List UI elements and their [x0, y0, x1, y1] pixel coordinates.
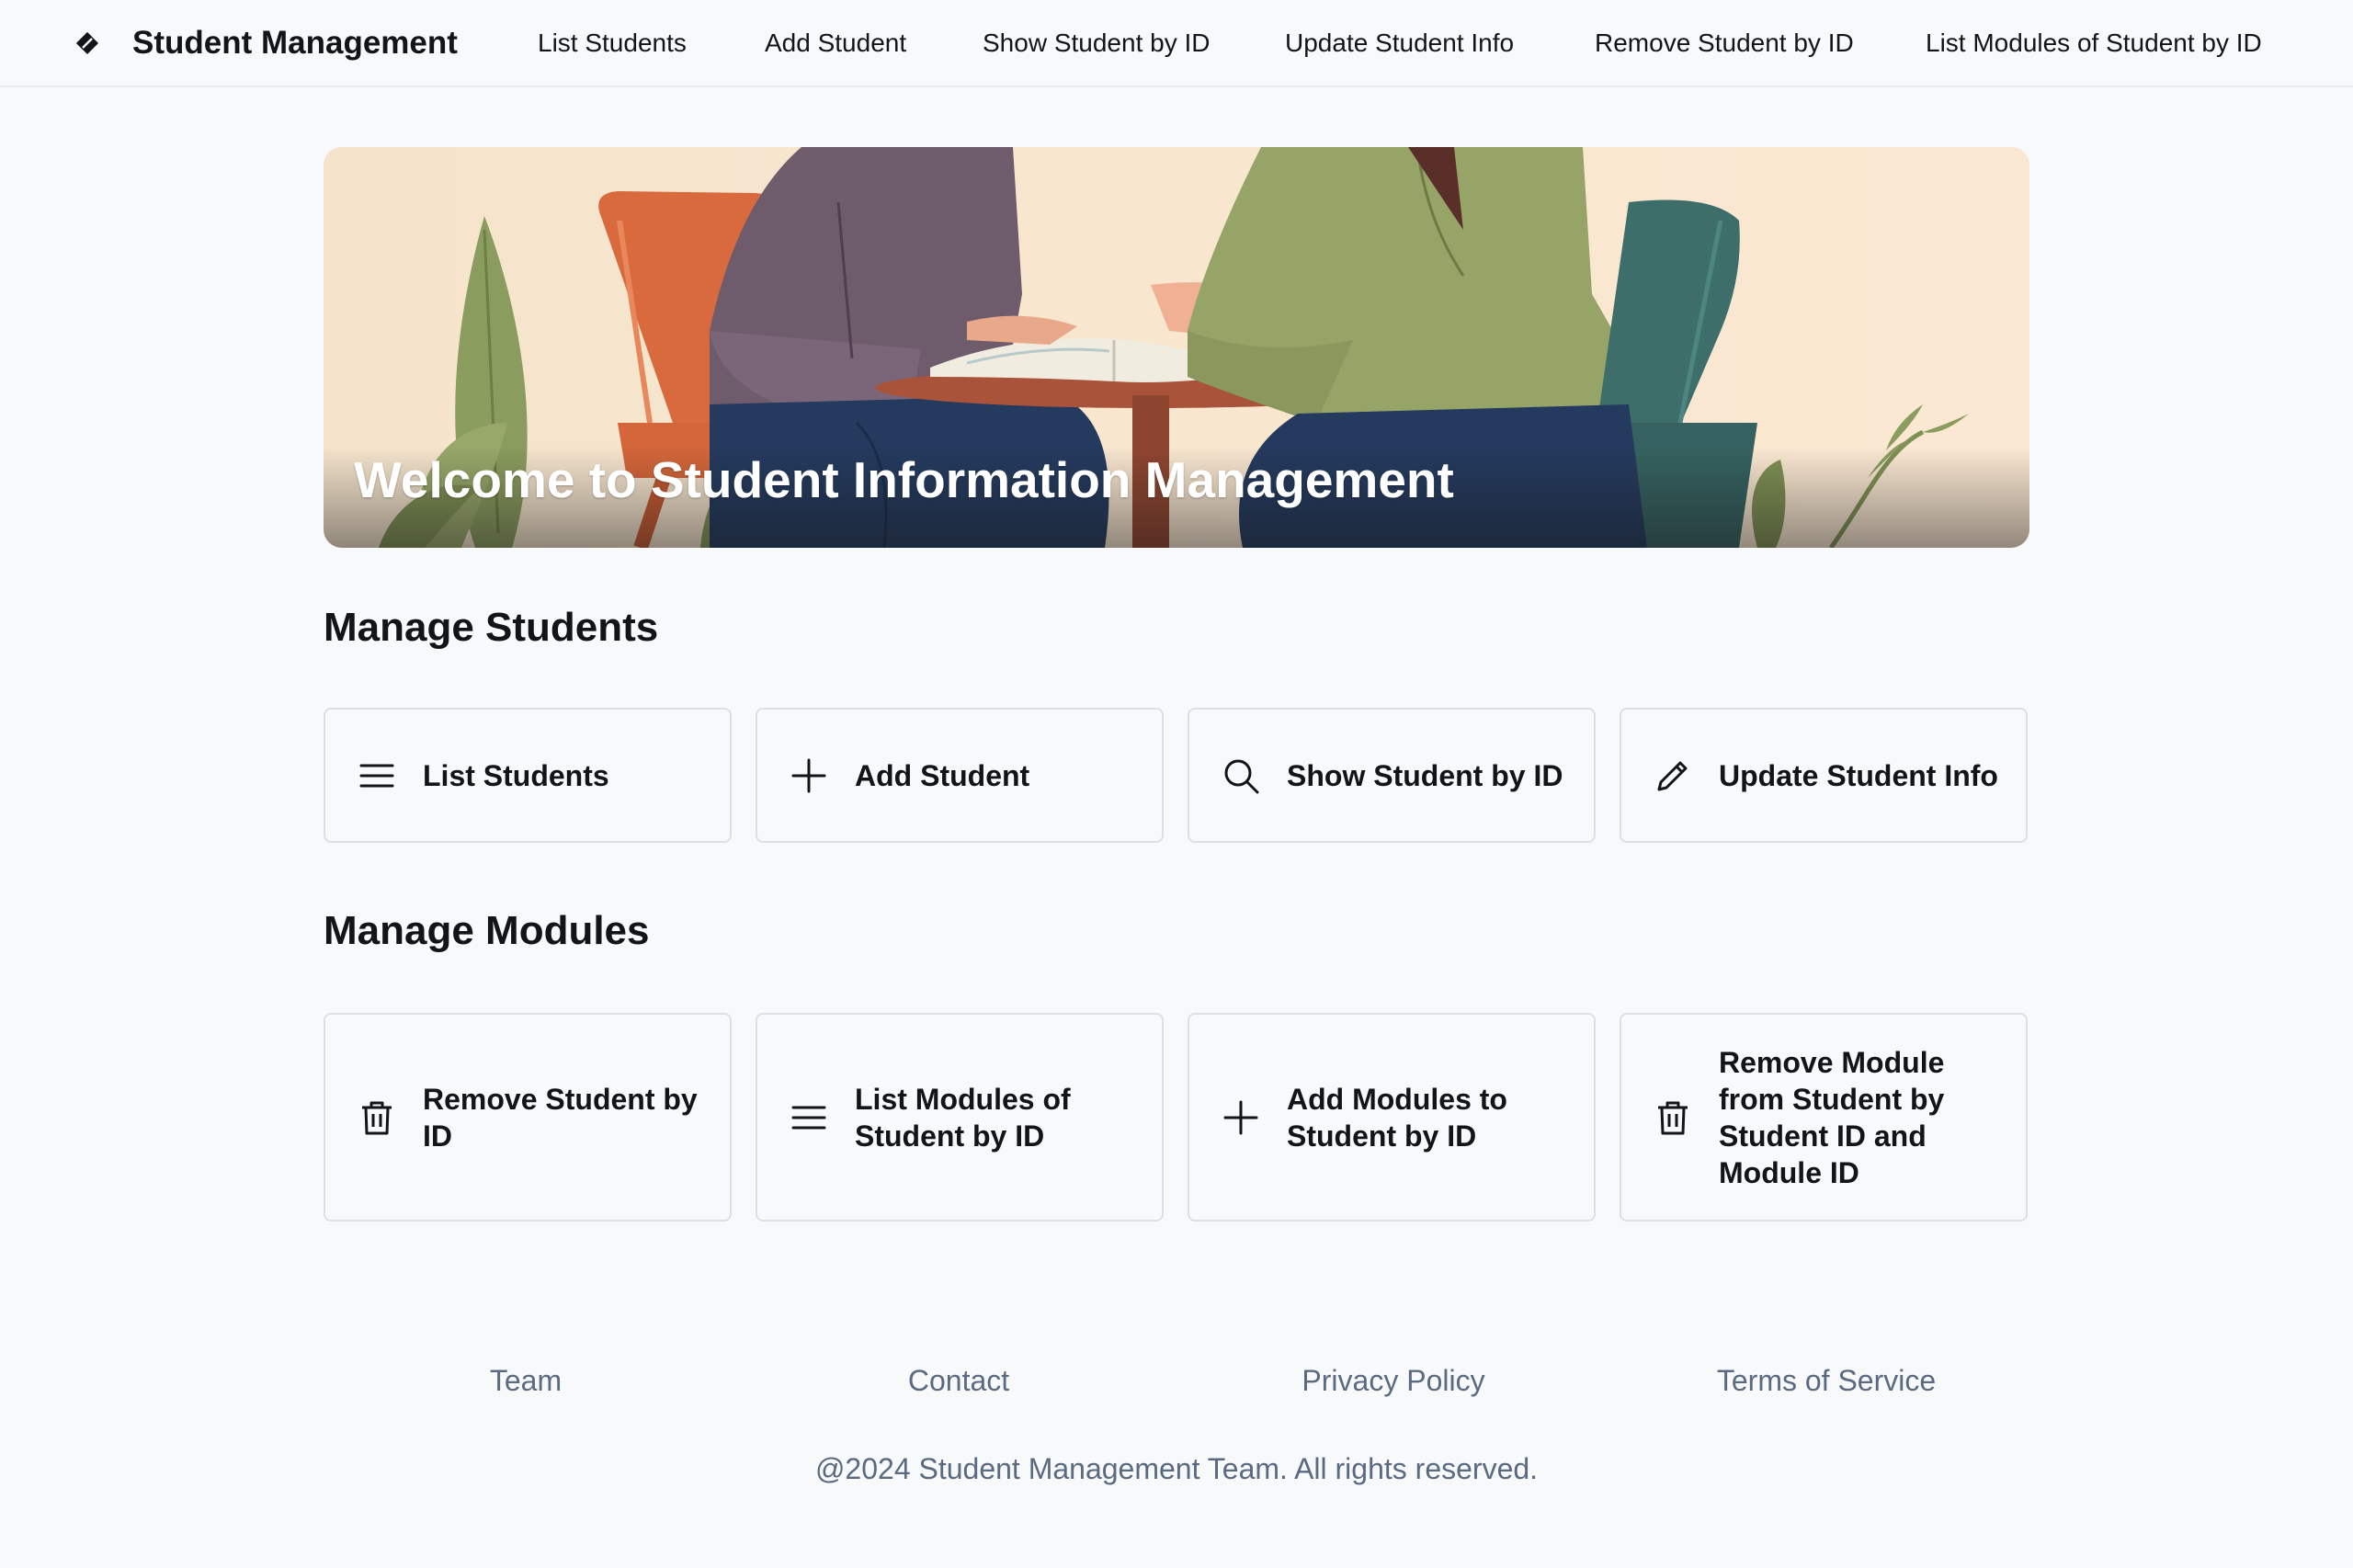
trash-icon	[358, 1099, 395, 1136]
hero-title: Welcome to Student Information Managemen…	[354, 451, 1454, 508]
card-label: List Students	[423, 758, 609, 792]
list-icon	[358, 757, 395, 794]
section-title-modules: Manage Modules	[324, 908, 650, 953]
card-show-student-by-id[interactable]: Show Student by ID	[1188, 708, 1596, 843]
card-label: Remove Module from Student by Student ID…	[1719, 1045, 1945, 1189]
card-label: List Modules of Student by ID	[855, 1082, 1071, 1153]
card-remove-student-by-id[interactable]: Remove Student by ID	[324, 1013, 732, 1221]
nav-remove-student-by-id[interactable]: Remove Student by ID	[1595, 0, 1854, 85]
plus-icon	[790, 757, 827, 794]
brand-title: Student Management	[132, 24, 458, 61]
card-label: Add Student	[855, 758, 1030, 792]
trash-icon	[1654, 1099, 1691, 1136]
footer-link-terms-of-service[interactable]: Terms of Service	[1717, 1364, 1936, 1398]
search-icon	[1222, 757, 1259, 794]
card-add-modules-to-student[interactable]: Add Modules to Student by ID	[1188, 1013, 1596, 1221]
footer-link-team[interactable]: Team	[490, 1364, 562, 1398]
footer-link-contact[interactable]: Contact	[908, 1364, 1009, 1398]
card-label: Show Student by ID	[1287, 758, 1563, 792]
card-list-students[interactable]: List Students	[324, 708, 732, 843]
section-title-students: Manage Students	[324, 605, 659, 650]
nav-update-student-info[interactable]: Update Student Info	[1285, 0, 1514, 85]
brand[interactable]: Student Management	[74, 0, 458, 85]
nav-list-modules-of-student[interactable]: List Modules of Student by ID	[1926, 0, 2262, 85]
top-navbar: Student Management List Students Add Stu…	[0, 0, 2353, 87]
card-label: Update Student Info	[1719, 758, 1998, 792]
brand-diamond-icon	[74, 29, 101, 57]
hero-banner: Welcome to Student Information Managemen…	[324, 147, 2029, 548]
plus-icon	[1222, 1099, 1259, 1136]
nav-add-student[interactable]: Add Student	[765, 0, 906, 85]
list-icon	[790, 1099, 827, 1136]
footer-link-privacy-policy[interactable]: Privacy Policy	[1302, 1364, 1484, 1398]
card-label: Remove Student by ID	[423, 1082, 698, 1153]
card-list-modules-of-student[interactable]: List Modules of Student by ID	[756, 1013, 1164, 1221]
nav-show-student-by-id[interactable]: Show Student by ID	[983, 0, 1210, 85]
pencil-icon	[1654, 757, 1691, 794]
card-update-student-info[interactable]: Update Student Info	[1620, 708, 2028, 843]
card-remove-module-from-student[interactable]: Remove Module from Student by Student ID…	[1620, 1013, 2028, 1221]
copyright: @2024 Student Management Team. All right…	[814, 1452, 1539, 1485]
card-label: Add Modules to Student by ID	[1287, 1082, 1507, 1153]
card-add-student[interactable]: Add Student	[756, 708, 1164, 843]
nav-list-students[interactable]: List Students	[538, 0, 687, 85]
